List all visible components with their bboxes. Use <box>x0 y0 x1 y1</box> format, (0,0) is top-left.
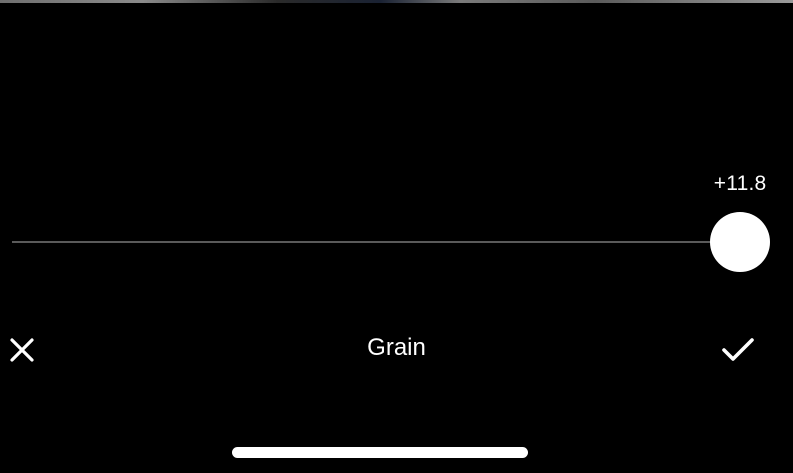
home-indicator[interactable] <box>232 447 528 458</box>
slider-track[interactable] <box>12 241 738 243</box>
confirm-button[interactable] <box>716 330 760 370</box>
tool-bottom-bar: Grain <box>0 320 793 380</box>
tool-title: Grain <box>367 334 426 361</box>
checkmark-icon <box>722 338 754 361</box>
top-image-edge <box>0 0 793 3</box>
grain-slider[interactable]: +11.8 <box>0 160 793 280</box>
slider-thumb[interactable] <box>710 212 771 272</box>
slider-value-label: +11.8 <box>713 172 767 195</box>
